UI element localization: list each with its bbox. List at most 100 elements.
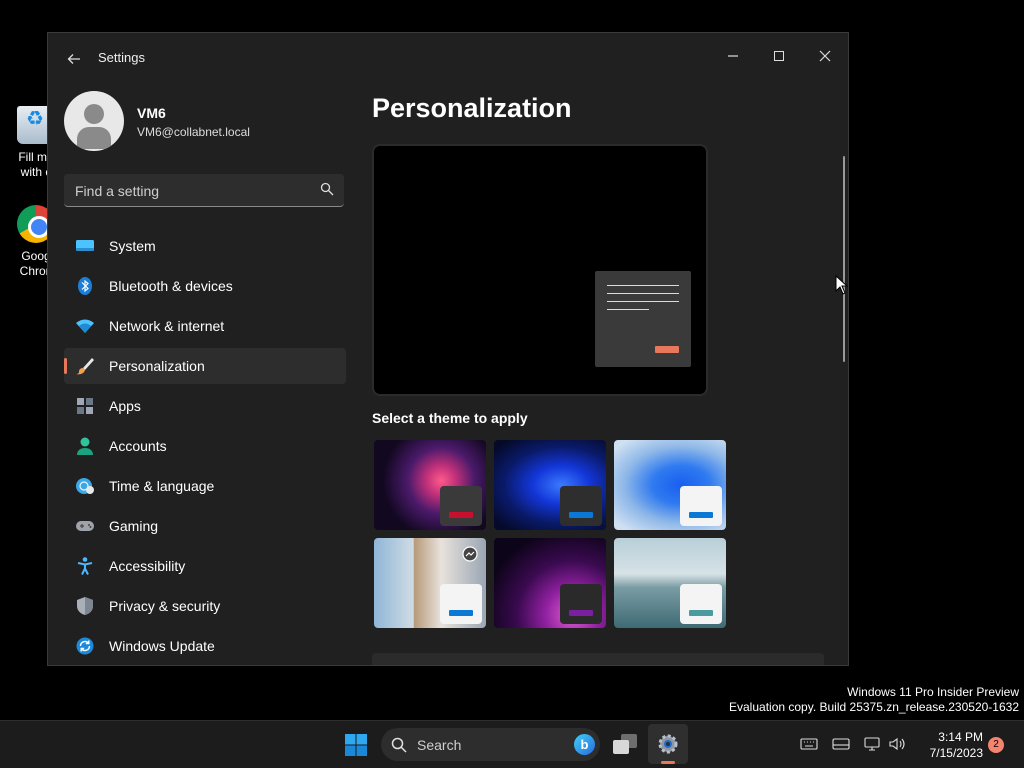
scrollbar[interactable] — [843, 156, 845, 362]
minimize-button[interactable] — [710, 39, 756, 71]
bing-icon[interactable]: b — [574, 734, 595, 755]
find-setting-placeholder: Find a setting — [75, 183, 160, 199]
nav-item-personalization[interactable]: Personalization — [64, 348, 346, 384]
theme-accent-bar — [449, 610, 473, 616]
theme-tile-spotlight[interactable] — [374, 538, 486, 628]
theme-accent-bar — [569, 512, 593, 518]
nav-item-windows-update[interactable]: Windows Update — [64, 628, 346, 664]
theme-chip — [560, 584, 602, 624]
app-title: Settings — [98, 50, 145, 65]
nav-item-label: Personalization — [109, 358, 205, 374]
page-title: Personalization — [372, 93, 572, 123]
volume-icon[interactable] — [888, 737, 906, 751]
nav-item-label: Bluetooth & devices — [109, 278, 233, 294]
settings-window: Settings VM6 VM6@collabnet.local Find a … — [47, 32, 849, 666]
notification-badge[interactable]: 2 — [988, 737, 1004, 753]
maximize-icon — [774, 51, 784, 62]
spotlight-icon — [462, 546, 478, 562]
wifi-icon — [76, 319, 94, 333]
person-icon — [77, 437, 93, 455]
back-button[interactable] — [62, 47, 86, 71]
network-icon[interactable] — [864, 737, 882, 751]
taskbar-settings-app[interactable] — [648, 724, 688, 764]
running-indicator — [661, 761, 675, 764]
user-name: VM6 — [137, 105, 166, 121]
keyboard-icon[interactable] — [800, 737, 818, 751]
nav-item-label: Network & internet — [109, 318, 225, 334]
nav-item-time-language[interactable]: Time & language — [64, 468, 346, 504]
nav-item-gaming[interactable]: Gaming — [64, 508, 346, 544]
theme-chip — [680, 486, 722, 526]
theme-tile-bloom-dark[interactable] — [494, 440, 606, 530]
theme-chip — [560, 486, 602, 526]
avatar[interactable] — [64, 91, 124, 151]
accessibility-icon — [77, 557, 93, 575]
update-icon — [76, 637, 94, 655]
shield-icon — [77, 597, 93, 615]
nav-item-accounts[interactable]: Accounts — [64, 428, 346, 464]
nav-item-accessibility[interactable]: Accessibility — [64, 548, 346, 584]
nav-item-network-internet[interactable]: Network & internet — [64, 308, 346, 344]
search-icon — [320, 182, 334, 196]
theme-accent-bar — [689, 512, 713, 518]
theme-accent-bar — [689, 610, 713, 616]
nav-item-bluetooth-devices[interactable]: Bluetooth & devices — [64, 268, 346, 304]
preview-text-line — [607, 293, 679, 294]
close-icon — [819, 50, 831, 62]
maximize-button[interactable] — [756, 39, 802, 71]
search-icon — [391, 737, 407, 753]
find-setting-input[interactable]: Find a setting — [64, 174, 344, 207]
settings-nav: System Bluetooth & devices Network & int… — [64, 228, 346, 665]
apps-icon — [77, 398, 93, 414]
theme-tile-sea[interactable] — [614, 538, 726, 628]
theme-tile-glow[interactable] — [494, 538, 606, 628]
nav-item-label: Accessibility — [109, 558, 186, 574]
preview-text-line — [607, 309, 649, 310]
bluetooth-icon — [78, 277, 92, 295]
clock-date: 7/15/2023 — [929, 746, 983, 760]
globe-clock-icon — [76, 478, 94, 494]
theme-accent-bar — [569, 610, 593, 616]
paintbrush-icon — [76, 358, 94, 375]
theme-chip — [440, 486, 482, 526]
clock-time: 3:14 PM — [938, 730, 983, 744]
preview-text-line — [607, 285, 679, 286]
theme-section-label: Select a theme to apply — [372, 410, 528, 426]
close-button[interactable] — [802, 39, 848, 71]
back-arrow-icon — [67, 54, 80, 64]
task-view-button[interactable] — [612, 733, 638, 755]
nav-item-label: Time & language — [109, 478, 215, 494]
monitor-icon — [76, 240, 94, 251]
nav-item-apps[interactable]: Apps — [64, 388, 346, 424]
taskbar-search-label: Search — [417, 737, 462, 753]
gear-icon — [658, 734, 678, 754]
nav-item-label: Windows Update — [109, 638, 215, 654]
theme-preview — [372, 144, 708, 396]
minimize-icon — [728, 55, 738, 57]
nav-item-label: Apps — [109, 398, 141, 414]
theme-chip — [440, 584, 482, 624]
avatar-head — [84, 104, 104, 124]
settings-card[interactable] — [372, 653, 824, 665]
taskbar-search[interactable]: Search b — [381, 728, 600, 761]
watermark-line: Windows 11 Pro Insider Preview — [847, 685, 1019, 699]
user-email: VM6@collabnet.local — [137, 125, 250, 139]
mouse-cursor-icon — [835, 275, 849, 295]
nav-item-system[interactable]: System — [64, 228, 346, 264]
preview-text-line — [607, 301, 679, 302]
theme-chip — [680, 584, 722, 624]
taskbar: Search b 3:14 PM 7/15/2023 2 — [0, 720, 1024, 768]
nav-item-privacy-security[interactable]: Privacy & security — [64, 588, 346, 624]
preview-accent-button — [655, 346, 679, 353]
nav-item-label: Gaming — [109, 518, 159, 534]
touch-keyboard-icon[interactable] — [832, 737, 850, 751]
taskbar-clock[interactable]: 3:14 PM 7/15/2023 — [915, 729, 983, 761]
evaluation-watermark: Windows 11 Pro Insider Preview Evaluatio… — [729, 685, 1019, 715]
title-bar: Settings — [48, 33, 848, 83]
start-button[interactable] — [344, 733, 368, 757]
nav-item-label: System — [109, 238, 156, 254]
preview-window — [595, 271, 691, 367]
theme-accent-bar — [449, 512, 473, 518]
theme-tile-flower[interactable] — [374, 440, 486, 530]
theme-tile-bloom-light[interactable] — [614, 440, 726, 530]
